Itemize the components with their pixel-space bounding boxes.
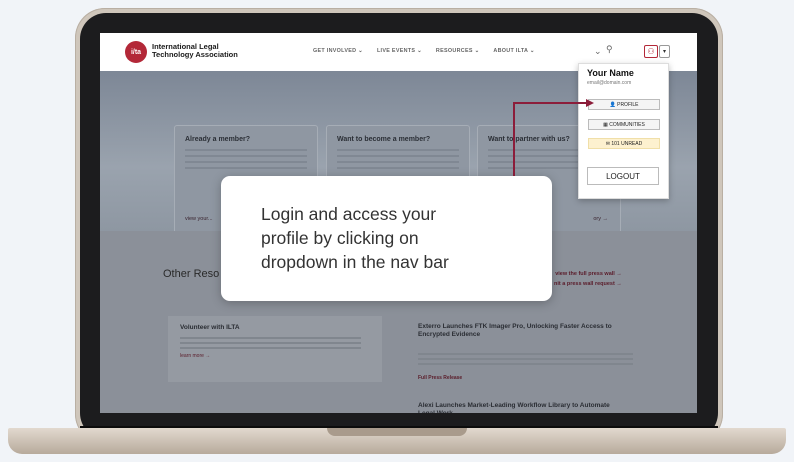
callout-line-3: dropdown in the nav bar (261, 252, 449, 272)
connector-path (513, 102, 586, 176)
callout-line-1: Login and access your (261, 204, 437, 224)
connector-arrow-icon (586, 99, 594, 107)
callout-line-2: profile by clicking on (261, 228, 419, 248)
laptop-notch (327, 428, 467, 436)
instruction-callout: Login and access your profile by clickin… (221, 176, 552, 301)
